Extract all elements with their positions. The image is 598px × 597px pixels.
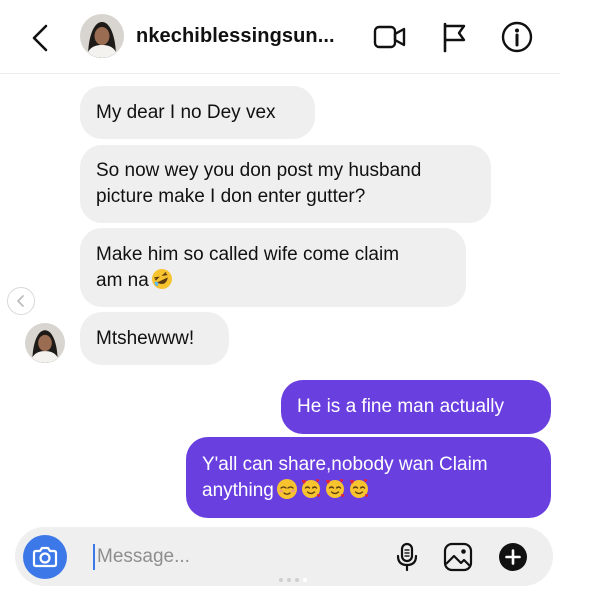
text-cursor <box>93 544 95 570</box>
image-gallery-icon <box>443 542 473 572</box>
page-dot-active <box>303 578 307 582</box>
gallery-button[interactable] <box>442 541 474 573</box>
smiling-face-with-hearts-emoji-icon <box>349 478 369 498</box>
outgoing-message[interactable]: Y'all can share,nobody wan Claim anythin… <box>186 437 551 518</box>
message-input[interactable] <box>97 542 387 572</box>
incoming-message[interactable]: Make him so called wife come claim am na <box>80 228 466 307</box>
message-text-line: So now wey you don post my husband <box>96 160 422 181</box>
chevron-left-icon <box>32 24 48 52</box>
chat-header: nkechiblessingsun... <box>0 0 560 74</box>
message-text-line: Make him so called wife come claim <box>96 243 400 265</box>
rolling-laughing-emoji-icon <box>151 268 172 289</box>
smiling-face-with-hearts-emoji-icon <box>325 478 345 498</box>
sender-avatar[interactable] <box>25 323 65 363</box>
voice-message-button[interactable] <box>391 541 423 573</box>
previous-arrow-button[interactable] <box>7 287 35 315</box>
incoming-message[interactable]: So now wey you don post my husband pictu… <box>80 145 491 223</box>
video-camera-icon <box>373 25 406 49</box>
carousel-page-indicator <box>279 578 319 584</box>
smiling-face-with-hearts-emoji-icon <box>301 478 321 498</box>
outgoing-message[interactable]: He is a fine man actually <box>281 380 551 434</box>
page-dot <box>279 578 283 582</box>
relieved-face-emoji-icon <box>276 478 297 499</box>
message-text: He is a fine man actually <box>297 396 504 417</box>
contact-avatar[interactable] <box>80 14 124 58</box>
message-text: My dear I no Dey vex <box>96 101 276 123</box>
chevron-left-icon <box>17 295 24 307</box>
message-text-line: picture make I don enter gutter? <box>96 186 366 207</box>
page-dot <box>295 578 299 582</box>
incoming-message[interactable]: My dear I no Dey vex <box>80 86 315 139</box>
message-text-line: Y'all can share,nobody wan Claim <box>202 453 488 475</box>
plus-circle-icon <box>499 543 527 571</box>
info-button[interactable] <box>499 20 535 54</box>
contact-username[interactable]: nkechiblessingsun... <box>136 25 335 48</box>
message-text-line: anything <box>202 479 274 501</box>
flag-icon <box>443 22 466 53</box>
camera-icon <box>32 546 58 568</box>
info-icon <box>501 21 533 53</box>
incoming-message[interactable]: Mtshewww! <box>80 312 229 365</box>
microphone-icon <box>396 542 418 572</box>
more-options-button[interactable] <box>497 541 529 573</box>
message-text: Mtshewww! <box>96 327 195 349</box>
page-dot <box>287 578 291 582</box>
report-button[interactable] <box>437 20 473 54</box>
back-button[interactable] <box>26 20 56 56</box>
camera-button[interactable] <box>23 535 67 579</box>
message-text-line: am na <box>96 269 149 291</box>
video-call-button[interactable] <box>372 20 408 54</box>
